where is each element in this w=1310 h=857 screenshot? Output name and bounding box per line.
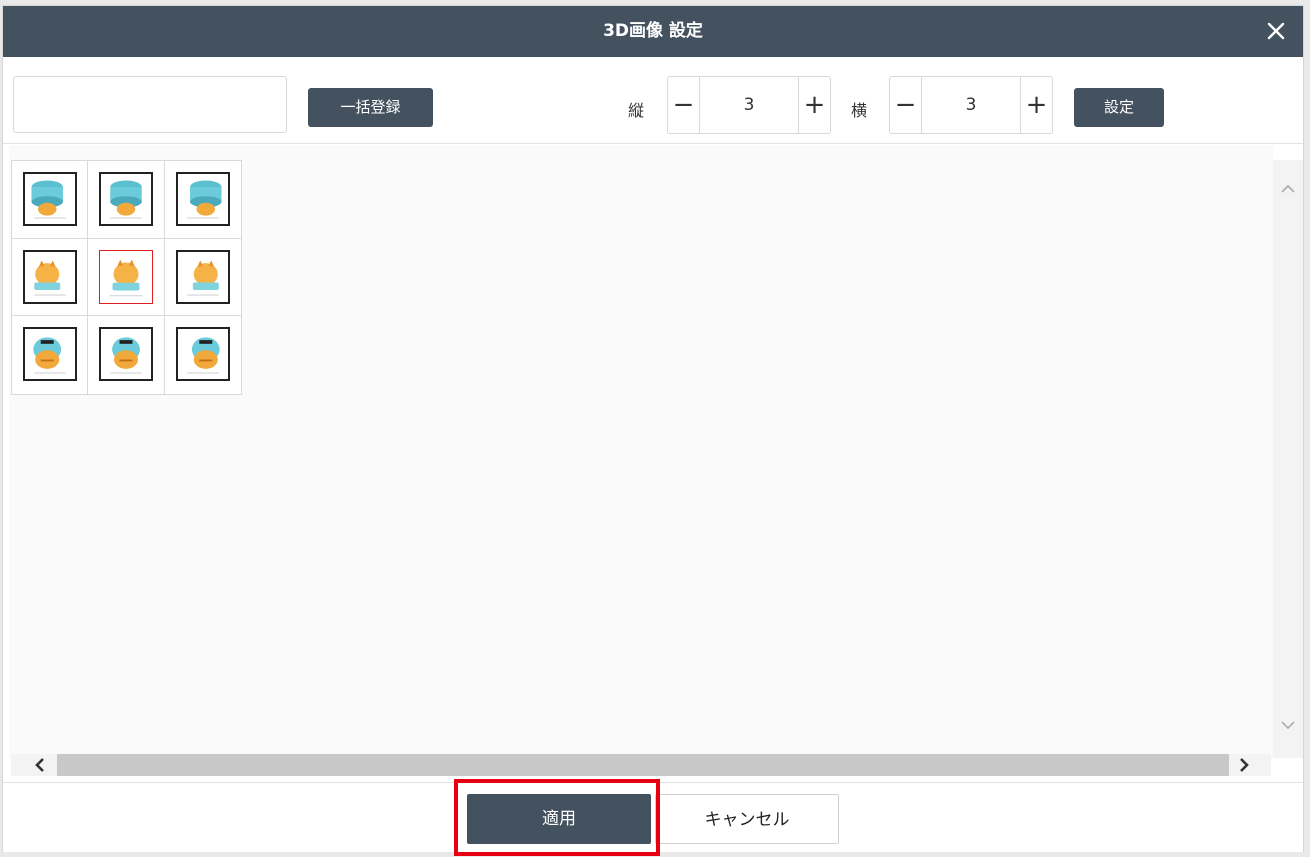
cols-increment-button[interactable]: + [1020,77,1052,133]
grid-cell-bottom-left[interactable] [12,316,89,394]
cols-stepper: − 3 + [889,76,1053,134]
dialog-footer: 適用 キャンセル [3,779,1303,856]
figurine-thumbnail[interactable] [99,249,154,304]
figurine-thumbnail[interactable] [99,327,154,382]
cols-decrement-button[interactable]: − [890,77,922,133]
3d-image-settings-dialog: 3D画像 設定 一括登録 縦 − 3 + 横 − 3 + 設定 適用 キャンセル [2,5,1304,856]
figurine-thumbnail[interactable] [23,249,77,304]
grid-cell-middle-left[interactable] [12,238,89,317]
rows-increment-button[interactable]: + [798,77,830,133]
image-grid-area [9,145,1273,759]
figurine-thumbnail[interactable] [175,327,230,382]
scroll-up-icon[interactable] [1279,180,1297,198]
scroll-right-icon[interactable] [1235,756,1253,774]
grid-cell-top-left[interactable] [12,161,89,239]
figurine-thumbnail[interactable] [99,172,154,226]
rows-label: 縦 [628,101,645,120]
figurine-thumbnail[interactable] [175,249,230,304]
bulk-register-button[interactable]: 一括登録 [308,88,433,127]
scroll-down-icon[interactable] [1279,716,1297,734]
cols-label: 横 [851,101,868,120]
horizontal-scrollbar[interactable] [11,754,1271,776]
grid-cell-middle-right[interactable] [164,239,241,317]
grid-cell-top-right[interactable] [164,161,241,239]
figurine-thumbnail[interactable] [23,327,77,382]
cols-value-field[interactable]: 3 [923,77,1019,133]
set-grid-button[interactable]: 設定 [1074,88,1164,127]
vertical-scrollbar[interactable] [1273,160,1303,758]
grid-cell-bottom-right[interactable] [165,316,241,394]
grid-cell-bottom-center[interactable] [88,316,165,394]
bulk-register-input[interactable] [13,76,287,133]
rows-value-field[interactable]: 3 [701,77,797,133]
dialog-titlebar: 3D画像 設定 [3,6,1303,57]
image-grid [11,160,242,395]
grid-cell-top-center[interactable] [88,161,165,239]
dialog-title: 3D画像 設定 [603,21,703,41]
cancel-button[interactable]: キャンセル [655,794,839,844]
rows-stepper: − 3 + [667,76,831,134]
close-icon[interactable] [1265,20,1287,42]
apply-button[interactable]: 適用 [467,794,651,844]
scroll-left-icon[interactable] [31,756,49,774]
horizontal-scroll-thumb[interactable] [57,754,1229,776]
grid-cell-middle-center[interactable] [88,238,165,317]
settings-toolbar: 一括登録 縦 − 3 + 横 − 3 + 設定 [3,57,1303,144]
figurine-thumbnail[interactable] [23,172,77,226]
figurine-thumbnail[interactable] [175,172,230,226]
rows-decrement-button[interactable]: − [668,77,700,133]
